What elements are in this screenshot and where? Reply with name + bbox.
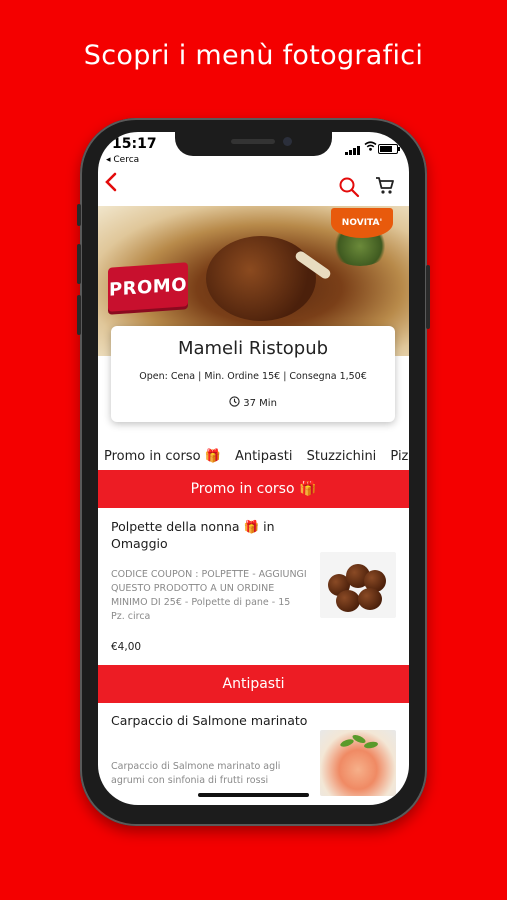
home-indicator[interactable] — [198, 793, 309, 797]
meatball — [358, 588, 382, 610]
clock-icon — [229, 396, 240, 409]
status-time: 15:17 — [112, 136, 157, 152]
delivery-time-value: 37 Min — [243, 398, 277, 409]
battery-icon — [378, 144, 400, 154]
menu-item-description: CODICE COUPON : POLPETTE - AGGIUNGI QUES… — [111, 569, 307, 622]
tab-antipasti[interactable]: Antipasti — [235, 449, 293, 464]
herb-leaf — [363, 740, 379, 750]
tab-pizze[interactable]: Pizz — [390, 449, 409, 464]
delivery-time: 37 Min — [111, 396, 395, 409]
menu-item-photo-meatballs[interactable] — [320, 552, 396, 618]
restaurant-details: Open: Cena | Min. Ordine 15€ | Consegna … — [139, 371, 367, 382]
new-badge: NOVITA' — [331, 208, 393, 238]
phone-mute-switch — [77, 204, 81, 226]
section-header-promo: Promo in corso 🎁 — [98, 470, 409, 508]
phone-volume-down — [77, 295, 81, 335]
back-chevron-icon[interactable] — [104, 172, 118, 198]
tab-stuzzichini[interactable]: Stuzzichini — [307, 449, 377, 464]
hero-dish — [206, 236, 316, 321]
herb-leaf — [351, 733, 367, 745]
headline: Scopri i menù fotografici — [83, 40, 424, 71]
wifi-icon — [364, 140, 377, 155]
phone-power-button — [426, 265, 430, 329]
herb-leaf — [339, 737, 355, 749]
promo-ribbon-label: PROMO — [108, 273, 188, 301]
phone-volume-up — [77, 244, 81, 284]
signal-icon — [345, 145, 361, 155]
menu-item-name[interactable]: Carpaccio di Salmone marinato — [111, 712, 311, 729]
tab-promo[interactable]: Promo in corso 🎁 — [104, 449, 221, 464]
phone-screen: 15:17 ◂ Cerca NOVITA' PROMO Mameli Risto… — [98, 132, 409, 805]
notch — [175, 132, 332, 156]
search-icon[interactable] — [338, 176, 360, 198]
restaurant-info-card: Mameli Ristopub Open: Cena | Min. Ordine… — [111, 326, 395, 422]
menu-item-name[interactable]: Polpette della nonna 🎁 in Omaggio — [111, 518, 311, 552]
category-tabs: Promo in corso 🎁 Antipasti Stuzzichini P… — [104, 445, 409, 467]
menu-item-photo-salmon[interactable] — [320, 730, 396, 796]
front-camera — [283, 137, 292, 146]
restaurant-name: Mameli Ristopub — [177, 338, 329, 359]
speaker-grille — [231, 139, 275, 144]
menu-item-price: €4,00 — [111, 641, 142, 653]
promo-ribbon: PROMO — [108, 262, 188, 312]
menu-item-description: Carpaccio di Salmone marinato agli agrum… — [111, 761, 281, 786]
meatball — [336, 590, 360, 612]
back-to-search-link[interactable]: ◂ Cerca — [106, 155, 139, 165]
section-header-antipasti: Antipasti — [98, 665, 409, 703]
cart-icon[interactable] — [375, 176, 395, 196]
